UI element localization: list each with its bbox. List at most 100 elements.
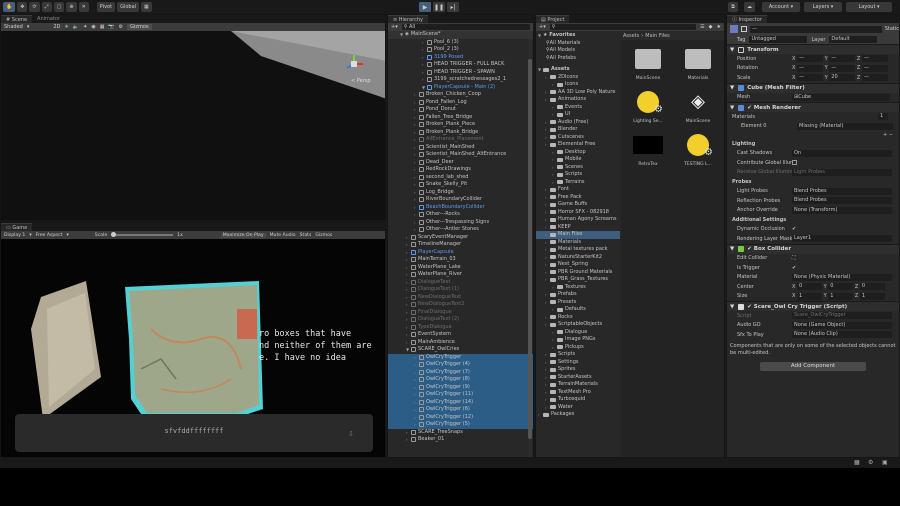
project-folder[interactable]: › Materials (536, 239, 620, 247)
hierarchy-item[interactable]: › Scientist_MainShed_AltEntrance (388, 151, 533, 159)
hierarchy-item[interactable]: › FinalDialogue (388, 309, 533, 317)
hierarchy-item[interactable]: › OwlCryTrigger (14) (388, 398, 533, 406)
hierarchy-item[interactable]: › OwlCryTrigger (7) (388, 368, 533, 376)
add-icon[interactable]: +▾ (391, 24, 398, 30)
hierarchy-item[interactable]: › PlayerCapsule (388, 249, 533, 257)
hierarchy-item[interactable]: › Other---Trespassing Signs (388, 219, 533, 227)
scene-root-row[interactable]: ▼ ◈ MainScene* (388, 31, 533, 39)
account-dropdown[interactable]: Account ▾ (762, 2, 800, 12)
project-folder[interactable]: › 2DIcons (536, 74, 620, 82)
project-folder[interactable]: › Scripts (536, 351, 620, 359)
breadcrumb-main-files[interactable]: Main Files (645, 33, 670, 39)
light-probes-dropdown[interactable]: Blend Probes (792, 187, 892, 195)
project-folder[interactable]: › Events (536, 104, 620, 112)
center-y[interactable]: 0 (828, 283, 854, 291)
notification-icon[interactable]: ▣ (882, 459, 888, 466)
asset-tile[interactable]: ◈ MainScene (675, 89, 721, 124)
project-folder[interactable]: › Main Files (536, 231, 620, 239)
project-folder[interactable]: › Turbosquid (536, 396, 620, 404)
hierarchy-item[interactable]: › RedRockDrawings (388, 166, 533, 174)
hierarchy-item[interactable]: › ScaryEventManager (388, 234, 533, 242)
hierarchy-item[interactable]: › TimelineManager (388, 241, 533, 249)
project-folder[interactable]: › Font (536, 186, 620, 194)
mesh-filter-header[interactable]: ▼ Cube (Mesh Filter) (727, 82, 899, 93)
project-folder[interactable]: › Animations (536, 96, 620, 104)
project-folder[interactable]: › StarterAssets (536, 374, 620, 382)
script-component-header[interactable]: ▼ ✔ Scare_Owl Cry Trigger (Script) (727, 301, 899, 311)
audio-toggle-icon[interactable]: 🔈 (73, 24, 79, 30)
add-icon[interactable]: +▾ (539, 24, 546, 30)
hierarchy-item[interactable]: › OwlCryTrigger (12) (388, 413, 533, 421)
project-folder[interactable]: › PBR_Grass_Textures (536, 276, 620, 284)
dialogue-input-box[interactable]: sfvfddffffffff ⇩ (15, 414, 373, 452)
project-folder[interactable]: › Settings (536, 359, 620, 367)
project-folder[interactable]: › Textures (536, 284, 620, 292)
hierarchy-item[interactable]: › Dead_Deer (388, 159, 533, 167)
project-folder[interactable]: › Presets (536, 299, 620, 307)
hierarchy-item[interactable]: › DialogueText (1) (388, 286, 533, 294)
project-folder[interactable]: › Mobile (536, 156, 620, 164)
project-folder[interactable]: › Desktop (536, 149, 620, 157)
hierarchy-item[interactable]: › Beaker_01 (388, 436, 533, 444)
hierarchy-item[interactable]: › Scientist_MainShed (388, 144, 533, 152)
tab-hierarchy[interactable]: ≡ Hierarchy (388, 15, 428, 23)
debug-icon[interactable]: ⚙ (868, 459, 873, 466)
size-z[interactable]: 1 (859, 292, 885, 300)
hierarchy-item[interactable]: › Log_Bridge (388, 189, 533, 197)
expand-arrow-icon[interactable]: ▼ (730, 105, 734, 111)
script-field[interactable]: Scare_OwlCryTrigger (792, 312, 892, 320)
mesh-field[interactable]: ⊞Cube (792, 93, 890, 101)
project-folder[interactable]: › Rocks (536, 314, 620, 322)
hierarchy-item[interactable]: › Pool_6 (3) (388, 39, 533, 47)
project-folder[interactable]: › Packages (536, 411, 620, 419)
hierarchy-scrollbar[interactable] (528, 39, 532, 457)
hierarchy-item[interactable]: › Broken_Plank_Bridge (388, 129, 533, 137)
hierarchy-item[interactable]: › Snake_Skelly_Pit (388, 181, 533, 189)
hierarchy-item[interactable]: › MainTerrain_03 (388, 256, 533, 264)
tab-inspector[interactable]: ⓘ Inspector (727, 15, 767, 23)
snap-icon[interactable]: ▦ (141, 2, 152, 12)
project-folder[interactable]: › Blender (536, 126, 620, 134)
position-z[interactable]: — (861, 55, 888, 63)
tag-dropdown[interactable]: Untagged (749, 36, 808, 43)
active-checkbox[interactable] (741, 26, 747, 32)
scene-viewport[interactable]: < Persp (1, 31, 385, 220)
star-icon[interactable]: ★ (717, 24, 721, 30)
hierarchy-item[interactable]: › OwlCryTrigger (8) (388, 376, 533, 384)
hierarchy-item[interactable]: › HEAD TRIGGER - FULL BACK (388, 61, 533, 69)
tools-icon[interactable]: ⚙ (119, 24, 123, 30)
hierarchy-item[interactable]: › Broken_Chicken_Coop (388, 91, 533, 99)
maximize-on-play-toggle[interactable]: Maximize On Play (220, 232, 266, 238)
hierarchy-item[interactable]: › WaterPlane_River (388, 271, 533, 279)
receive-gi-dropdown[interactable]: Light Probes (792, 168, 892, 176)
hierarchy-item[interactable]: › Pond_Donut (388, 106, 533, 114)
size-x[interactable]: 1 (797, 292, 823, 300)
project-folder[interactable]: › Nest_Spring (536, 261, 620, 269)
hierarchy-item[interactable]: › 3199 Posed (388, 54, 533, 62)
expand-arrow-icon[interactable]: ▼ (730, 304, 734, 310)
project-folder[interactable]: › UI (536, 111, 620, 119)
project-folder[interactable]: › Sprites (536, 366, 620, 374)
hierarchy-item[interactable]: › Other---Rocks (388, 211, 533, 219)
project-folder[interactable]: › Scripts (536, 171, 620, 179)
audio-go-field[interactable]: None (Game Object) (792, 321, 892, 329)
add-component-button[interactable]: Add Component (760, 361, 866, 371)
element0-field[interactable]: Missing (Material) (797, 122, 893, 130)
favorites-item[interactable]: ⚲ All Prefabs (536, 55, 620, 63)
scene-gizmos-dropdown[interactable]: Gizmos (127, 24, 152, 30)
project-folder[interactable]: › Terrains (536, 179, 620, 187)
asset-tile[interactable]: RetroTex (625, 132, 671, 167)
scale-x[interactable]: — (797, 74, 824, 82)
remove-element-icon[interactable]: − (889, 132, 893, 138)
mesh-renderer-header[interactable]: ▼ ✔ Mesh Renderer (727, 102, 899, 112)
hierarchy-item[interactable]: › OwlCryTrigger (11) (388, 391, 533, 399)
global-toggle[interactable]: Global (117, 2, 140, 12)
layers-dropdown[interactable]: Layers ▾ (804, 2, 842, 12)
hierarchy-item[interactable]: › DialogueText (388, 279, 533, 287)
hierarchy-item[interactable]: › TypeDialogue (388, 324, 533, 332)
grid-toggle-icon[interactable]: ▦ (100, 24, 105, 30)
cloud-icon[interactable]: ☁ (744, 2, 755, 12)
material-field[interactable]: None (Physic Material) (792, 273, 892, 281)
project-folder[interactable]: › NatureStarterKit2 (536, 254, 620, 262)
game-viewport[interactable]: ro boxes that have nd neither of them ar… (1, 239, 385, 457)
